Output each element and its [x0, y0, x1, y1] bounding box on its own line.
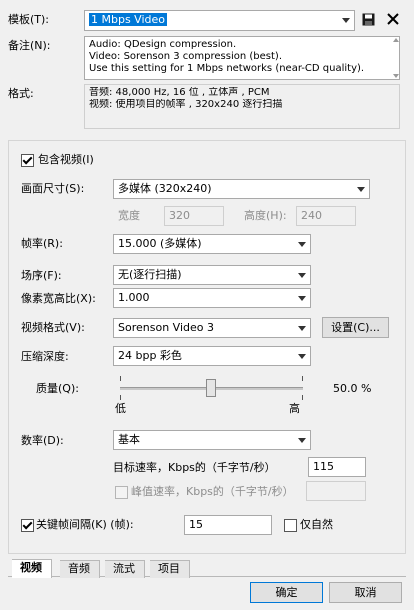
depth-value: 24 bpp 彩色: [118, 349, 182, 362]
quality-low-label: 低: [115, 402, 126, 415]
peak-rate-label: 峰值速率，Kbps的（千字节/秒）: [131, 485, 294, 498]
chevron-down-icon: [298, 242, 306, 247]
codec-settings-button[interactable]: 设置(C)...: [322, 317, 389, 338]
preset-select[interactable]: 1 Mbps Video: [84, 10, 355, 31]
pixel-aspect-label: 像素宽高比(X):: [21, 292, 96, 305]
pixel-aspect-value: 1.000: [118, 291, 150, 304]
format-summary: 音频: 48,000 Hz, 16 位 , 立体声 , PCM 视频: 使用项目…: [84, 84, 400, 129]
pixel-aspect-select[interactable]: 1.000: [113, 288, 311, 308]
include-video-label: 包含视频(I): [38, 153, 94, 166]
tab-audio[interactable]: 音频: [60, 560, 100, 578]
chevron-down-icon: [298, 326, 306, 331]
field-order-select[interactable]: 无(逐行扫描): [113, 265, 311, 285]
depth-select[interactable]: 24 bpp 彩色: [113, 346, 311, 366]
chevron-down-icon: [298, 296, 306, 301]
notes-line: Video: Sorenson 3 compression (best).: [89, 51, 282, 62]
quality-percent: 50.0 %: [333, 382, 372, 395]
keyframe-label: 关键帧间隔(K) (帧):: [36, 518, 134, 531]
chevron-down-icon: [342, 18, 350, 23]
format-line: 视频: 使用项目的帧率 , 320x240 逐行扫描: [89, 99, 283, 110]
frame-size-value: 多媒体 (320x240): [118, 182, 212, 195]
target-rate-field[interactable]: 115: [308, 457, 366, 477]
tab-project[interactable]: 项目: [150, 560, 190, 578]
data-rate-label: 数率(D):: [21, 434, 64, 447]
field-order-label: 场序(F):: [21, 269, 62, 282]
quality-high-label: 高: [289, 402, 300, 415]
chevron-down-icon: [298, 354, 306, 359]
preset-value: 1 Mbps Video: [89, 13, 167, 26]
keyframe-interval-field[interactable]: 15: [184, 515, 272, 535]
chevron-down-icon: [357, 187, 365, 192]
preset-label: 模板(T):: [8, 13, 50, 26]
video-format-label: 视频格式(V):: [21, 321, 85, 334]
keyframe-checkbox[interactable]: [21, 519, 34, 532]
field-order-value: 无(逐行扫描): [118, 268, 182, 281]
format-line: 音频: 48,000 Hz, 16 位 , 立体声 , PCM: [89, 87, 270, 98]
width-label: 宽度: [118, 209, 140, 222]
chevron-down-icon: [298, 273, 306, 278]
chevron-down-icon: [298, 438, 306, 443]
save-icon[interactable]: [362, 13, 375, 26]
height-label: 高度(H):: [244, 209, 287, 222]
tab-video[interactable]: 视频: [12, 559, 52, 578]
height-field[interactable]: 240: [296, 206, 356, 226]
depth-label: 压缩深度:: [21, 350, 69, 363]
notes-line: Audio: QDesign compression.: [89, 39, 237, 50]
close-icon[interactable]: [387, 13, 399, 25]
quality-label: 质量(Q):: [36, 382, 79, 395]
slider-thumb[interactable]: [206, 379, 216, 397]
peak-rate-field[interactable]: [306, 481, 366, 501]
notes-scrollbar[interactable]: [392, 38, 399, 78]
quality-slider[interactable]: [120, 376, 303, 402]
frame-size-select[interactable]: 多媒体 (320x240): [113, 179, 370, 199]
target-rate-label: 目标速率，Kbps的（千字节/秒）: [113, 461, 276, 474]
cancel-button[interactable]: 取消: [329, 582, 402, 603]
ok-button[interactable]: 确定: [250, 582, 323, 603]
tab-streaming[interactable]: 流式: [105, 560, 145, 578]
frame-rate-value: 15.000 (多媒体): [118, 237, 202, 250]
notes-label: 备注(N):: [8, 39, 51, 52]
frame-rate-label: 帧率(R):: [21, 237, 63, 250]
notes-line: Use this setting for 1 Mbps networks (ne…: [89, 63, 365, 74]
natural-only-checkbox[interactable]: [284, 519, 297, 532]
frame-size-label: 画面尺寸(S):: [21, 182, 85, 195]
frame-rate-select[interactable]: 15.000 (多媒体): [113, 234, 311, 254]
notes-textarea[interactable]: Audio: QDesign compression. Video: Soren…: [84, 36, 400, 80]
video-format-value: Sorenson Video 3: [118, 321, 214, 334]
data-rate-value: 基本: [118, 433, 140, 446]
peak-rate-checkbox[interactable]: [115, 486, 128, 499]
natural-only-label: 仅自然: [300, 518, 333, 531]
width-field[interactable]: 320: [164, 206, 224, 226]
data-rate-select[interactable]: 基本: [113, 430, 311, 450]
format-label: 格式:: [8, 87, 34, 100]
include-video-checkbox[interactable]: [21, 154, 34, 167]
video-format-select[interactable]: Sorenson Video 3: [113, 318, 311, 338]
